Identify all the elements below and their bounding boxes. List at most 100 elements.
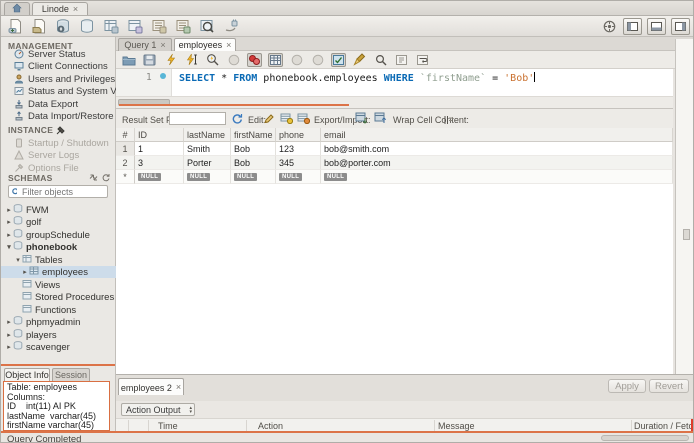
- tree-node-employees[interactable]: ▸ employees: [1, 266, 135, 278]
- beautify-sql-icon[interactable]: [352, 53, 367, 67]
- column-time[interactable]: Time: [158, 421, 178, 431]
- chevron-right-icon[interactable]: ▸: [5, 206, 13, 214]
- close-icon[interactable]: ×: [73, 4, 78, 14]
- open-file-icon[interactable]: [121, 53, 136, 67]
- scrollbar-thumb[interactable]: [601, 435, 689, 441]
- tab-session[interactable]: Session: [52, 368, 90, 381]
- sidebar-item-data-import-restore[interactable]: Data Import/Restore: [14, 110, 114, 122]
- schema-node-phonebook[interactable]: ▾ phonebook: [1, 241, 119, 253]
- execute-query-icon[interactable]: [163, 53, 178, 67]
- cell-lastname[interactable]: NULL: [184, 170, 231, 184]
- schema-node-golf[interactable]: ▸ golf: [1, 216, 119, 228]
- cell-firstname[interactable]: Bob: [231, 156, 276, 170]
- close-icon[interactable]: ×: [226, 40, 231, 50]
- sidebar-item-users-privileges[interactable]: Users and Privileges: [14, 73, 115, 85]
- toggle-right-panel-button[interactable]: [671, 17, 690, 35]
- collapsed-right-panel[interactable]: [675, 39, 693, 374]
- grid-header-rownum[interactable]: #: [116, 128, 135, 142]
- toggle-bottom-panel-button[interactable]: [647, 17, 666, 35]
- tab-employees[interactable]: employees ×: [174, 38, 236, 51]
- schema-node-scavenger[interactable]: ▸ scavenger: [1, 341, 119, 353]
- grid-header-firstname[interactable]: firstName: [231, 128, 276, 142]
- schema-inspector-icon[interactable]: [54, 18, 71, 35]
- refresh-icon[interactable]: [230, 112, 244, 125]
- column-duration-fetch[interactable]: Duration / Fetch: [634, 421, 693, 431]
- row-number-cell[interactable]: 1: [116, 142, 135, 156]
- find-icon[interactable]: [373, 53, 388, 67]
- table-row[interactable]: 2 3 Porter Bob 345 bob@porter.com: [116, 156, 673, 170]
- collapse-all-icon[interactable]: [89, 173, 98, 185]
- refresh-schemas-icon[interactable]: [101, 173, 110, 185]
- chevron-right-icon[interactable]: ▸: [21, 268, 29, 276]
- wrap-text-icon[interactable]: [415, 53, 430, 67]
- sql-text[interactable]: SELECT * FROM phonebook.employees WHERE …: [179, 72, 536, 84]
- export-results-icon[interactable]: [354, 111, 368, 124]
- cell-id[interactable]: 3: [135, 156, 184, 170]
- tab-query-1[interactable]: Query 1 ×: [118, 38, 172, 51]
- close-icon[interactable]: ×: [160, 40, 165, 50]
- revert-button[interactable]: Revert: [649, 379, 689, 393]
- grid-header-phone[interactable]: phone: [276, 128, 321, 142]
- invisible-characters-icon[interactable]: [394, 53, 409, 67]
- create-view-icon[interactable]: [126, 18, 143, 35]
- create-table-icon[interactable]: [102, 18, 119, 35]
- connection-tab-linode[interactable]: Linode ×: [32, 2, 88, 15]
- chevron-down-icon[interactable]: ▾: [5, 243, 13, 251]
- toggle-stop-on-error-icon[interactable]: [247, 52, 262, 67]
- spinner-icon[interactable]: ▴ ▾: [189, 405, 192, 414]
- result-filter-input[interactable]: [170, 113, 229, 126]
- edit-pencil-icon[interactable]: [262, 112, 276, 125]
- cell-id[interactable]: NULL: [135, 170, 184, 184]
- reconnect-dbms-icon[interactable]: [222, 18, 239, 35]
- gear-icon[interactable]: [601, 18, 618, 35]
- save-icon[interactable]: [142, 53, 157, 67]
- home-tab[interactable]: [4, 2, 30, 15]
- column-message[interactable]: Message: [438, 421, 475, 431]
- action-output-select[interactable]: Action Output ▴ ▾: [121, 403, 195, 416]
- new-row-placeholder[interactable]: * NULL NULL NULL NULL NULL: [116, 170, 673, 184]
- chevron-down-icon[interactable]: ▾: [14, 256, 22, 264]
- schema-node-phpmyadmin[interactable]: ▸ phpmyadmin: [1, 316, 119, 328]
- stop-query-icon[interactable]: [226, 53, 241, 67]
- sidebar-item-startup-shutdown[interactable]: Startup / Shutdown: [14, 137, 109, 149]
- cell-email[interactable]: bob@porter.com: [321, 156, 673, 170]
- cell-lastname[interactable]: Smith: [184, 142, 231, 156]
- rollback-icon[interactable]: [310, 53, 325, 67]
- sidebar-item-data-export[interactable]: Data Export: [14, 98, 78, 110]
- chevron-right-icon[interactable]: ▸: [5, 331, 13, 339]
- schema-node-groupschedule[interactable]: ▸ groupSchedule: [1, 229, 119, 241]
- delete-row-icon[interactable]: [296, 112, 310, 125]
- new-query-tab-icon[interactable]: [6, 18, 23, 35]
- search-table-data-icon[interactable]: [198, 18, 215, 35]
- sidebar-item-server-status[interactable]: Server Status: [14, 48, 86, 60]
- cell-phone[interactable]: NULL: [276, 170, 321, 184]
- sidebar-item-server-logs[interactable]: Server Logs: [14, 149, 79, 161]
- sql-editor[interactable]: 1 SELECT * FROM phonebook.employees WHER…: [116, 69, 673, 96]
- close-icon[interactable]: ×: [176, 383, 181, 392]
- tree-node-tables[interactable]: ▾ Tables: [1, 254, 128, 266]
- explain-plan-icon[interactable]: [205, 53, 220, 67]
- grid-header-lastname[interactable]: lastName: [184, 128, 231, 142]
- table-row[interactable]: 1 1 Smith Bob 123 bob@smith.com: [116, 142, 673, 156]
- tab-employees-2[interactable]: employees 2 ×: [118, 378, 184, 396]
- chevron-right-icon[interactable]: ▸: [5, 318, 13, 326]
- schema-node-players[interactable]: ▸ players: [1, 329, 119, 341]
- chevron-right-icon[interactable]: ▸: [5, 343, 13, 351]
- tab-object-info[interactable]: Object Info: [4, 368, 50, 381]
- toggle-autocommit-icon[interactable]: [331, 52, 346, 67]
- grid-header-id[interactable]: ID: [135, 128, 184, 142]
- cell-phone[interactable]: 345: [276, 156, 321, 170]
- cell-phone[interactable]: 123: [276, 142, 321, 156]
- schema-filter-box[interactable]: [8, 185, 108, 198]
- commit-icon[interactable]: [289, 53, 304, 67]
- column-action[interactable]: Action: [258, 421, 283, 431]
- apply-button[interactable]: Apply: [608, 379, 646, 393]
- create-function-icon[interactable]: [174, 18, 191, 35]
- cell-firstname[interactable]: Bob: [231, 142, 276, 156]
- grid-header-email[interactable]: email: [321, 128, 673, 142]
- spinner-down-icon[interactable]: ▾: [189, 409, 192, 414]
- editor-horizontal-scrollbar[interactable]: [116, 96, 673, 108]
- chevron-right-icon[interactable]: ▸: [5, 218, 13, 226]
- toggle-left-panel-button[interactable]: [623, 17, 642, 35]
- schema-node-fwm[interactable]: ▸ FWM: [1, 204, 119, 216]
